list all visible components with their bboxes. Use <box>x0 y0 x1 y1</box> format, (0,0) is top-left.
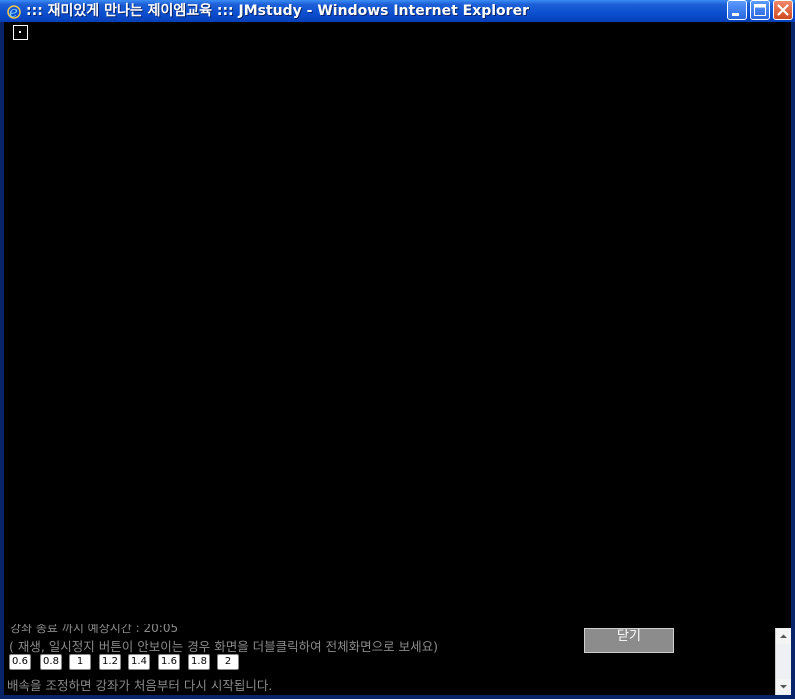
scroll-up-button[interactable] <box>776 629 791 644</box>
maximize-button[interactable] <box>750 0 770 20</box>
close-lecture-button[interactable]: 닫기 <box>584 628 674 653</box>
window-title: ::: 재미있게 만나는 제이엠교육 ::: JMstudy - Windows… <box>26 3 529 19</box>
browser-window: e ::: 재미있게 만나는 제이엠교육 ::: JMstudy - Windo… <box>0 0 795 699</box>
close-icon <box>777 4 789 16</box>
minimize-icon <box>732 13 739 16</box>
speed-option-0.8[interactable]: 0.8 <box>40 654 62 670</box>
vertical-scrollbar[interactable] <box>775 628 791 695</box>
speed-option-1.2[interactable]: 1.2 <box>99 654 121 670</box>
speed-option-1.8[interactable]: 1.8 <box>188 654 210 670</box>
page-content: 강좌 종료 까지 예상시간 : 20:05 ( 재생, 일시정지 버튼이 안보이… <box>4 22 791 695</box>
fullscreen-hint: ( 재생, 일시정지 버튼이 안보이는 경우 화면을 더블클릭하여 전체화면으로… <box>9 639 438 654</box>
speed-note: 배속을 조정하면 강좌가 처음부터 다시 시작됩니다. <box>7 678 273 693</box>
speed-option-1[interactable]: 1 <box>69 654 91 670</box>
svg-text:e: e <box>9 3 18 20</box>
speed-option-1.6[interactable]: 1.6 <box>158 654 180 670</box>
chevron-down-icon <box>780 685 787 689</box>
minimize-button[interactable] <box>727 0 747 20</box>
internet-explorer-icon: e <box>5 2 23 21</box>
chevron-up-icon <box>780 634 787 638</box>
course-end-info: 강좌 종료 까지 예상시간 : 20:05 <box>10 624 179 634</box>
scroll-down-button[interactable] <box>776 679 791 694</box>
close-window-button[interactable] <box>773 0 793 20</box>
speed-option-1.4[interactable]: 1.4 <box>128 654 150 670</box>
dot-square-icon[interactable] <box>13 25 28 40</box>
title-bar[interactable]: e ::: 재미있게 만나는 제이엠교육 ::: JMstudy - Windo… <box>0 0 795 22</box>
speed-option-2[interactable]: 2 <box>217 654 239 670</box>
speed-option-0.6[interactable]: 0.6 <box>9 654 31 670</box>
maximize-icon <box>754 4 766 16</box>
